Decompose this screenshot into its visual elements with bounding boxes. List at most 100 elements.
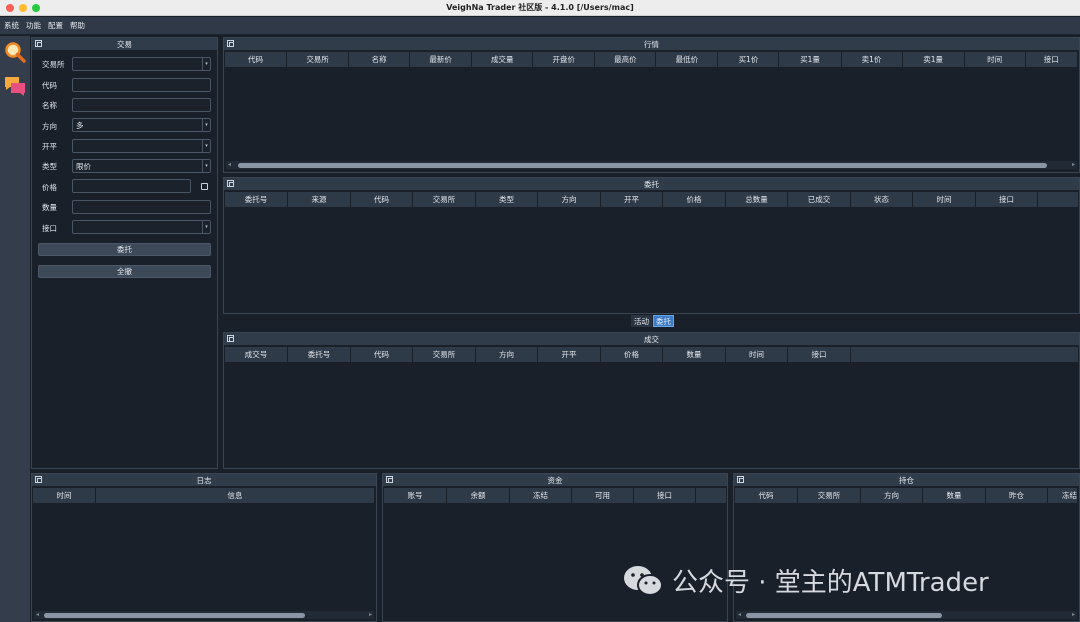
column-header[interactable]: 名称 xyxy=(349,52,411,67)
undock-icon[interactable] xyxy=(227,335,234,342)
price-checkbox[interactable] xyxy=(201,183,208,190)
column-header[interactable]: 成交量 xyxy=(472,52,534,67)
column-header[interactable]: 委托号 xyxy=(225,192,288,207)
column-header[interactable]: 价格 xyxy=(601,347,663,362)
tab-active-orders[interactable]: 活动 xyxy=(631,315,652,327)
column-header[interactable]: 冻结 xyxy=(1048,488,1078,503)
scroll-right-icon[interactable]: ▸ xyxy=(1072,161,1075,168)
undock-icon[interactable] xyxy=(35,476,42,483)
volume-input[interactable] xyxy=(72,200,211,214)
column-header[interactable]: 时间 xyxy=(913,192,976,207)
column-header[interactable]: 来源 xyxy=(288,192,351,207)
column-header[interactable]: 成交号 xyxy=(225,347,288,362)
watermark-text: 公众号 · 堂主的ATMTrader xyxy=(672,568,989,598)
column-header[interactable]: 委托号 xyxy=(288,347,351,362)
menu-config[interactable]: 配置 xyxy=(48,20,63,31)
chat-icon[interactable] xyxy=(3,74,27,98)
search-icon[interactable] xyxy=(3,40,27,64)
column-header[interactable]: 类型 xyxy=(476,192,538,207)
column-header[interactable]: 方向 xyxy=(861,488,923,503)
column-header[interactable]: 余额 xyxy=(447,488,510,503)
undock-icon[interactable] xyxy=(35,40,42,47)
column-header[interactable]: 开平 xyxy=(601,192,663,207)
column-header[interactable]: 接口 xyxy=(976,192,1038,207)
column-header[interactable]: 数量 xyxy=(923,488,986,503)
scrollbar-thumb[interactable] xyxy=(746,613,942,618)
log-panel-header: 日志 xyxy=(32,474,376,486)
minimize-window-button[interactable] xyxy=(19,4,27,12)
column-header[interactable]: 代码 xyxy=(735,488,798,503)
undock-icon[interactable] xyxy=(386,476,393,483)
tab-all-orders[interactable]: 委托 xyxy=(653,315,674,327)
column-header[interactable]: 代码 xyxy=(351,192,413,207)
column-header[interactable]: 代码 xyxy=(225,52,288,67)
column-header[interactable]: 代码 xyxy=(351,347,413,362)
column-header[interactable]: 买1价 xyxy=(718,52,780,67)
column-header[interactable]: 卖1量 xyxy=(903,52,965,67)
column-header[interactable]: 交易所 xyxy=(413,192,476,207)
column-header[interactable]: 昨仓 xyxy=(986,488,1048,503)
maximize-window-button[interactable] xyxy=(32,4,40,12)
column-header[interactable]: 最高价 xyxy=(595,52,657,67)
horizontal-scrollbar[interactable]: ◂ ▸ xyxy=(226,161,1077,169)
column-header[interactable]: 开盘价 xyxy=(533,52,596,67)
name-input[interactable] xyxy=(72,98,211,112)
scroll-right-icon[interactable]: ▸ xyxy=(369,611,372,618)
column-header[interactable]: 时间 xyxy=(965,52,1026,67)
price-input[interactable] xyxy=(72,179,191,193)
scrollbar-thumb[interactable] xyxy=(238,163,1047,168)
column-header[interactable]: 开平 xyxy=(538,347,601,362)
offset-select[interactable]: ▾ xyxy=(72,139,211,153)
menu-system[interactable]: 系统 xyxy=(4,20,19,31)
undock-icon[interactable] xyxy=(227,40,234,47)
column-header[interactable]: 交易所 xyxy=(413,347,476,362)
scrollbar-thumb[interactable] xyxy=(44,613,305,618)
cancel-all-button[interactable]: 全撤 xyxy=(38,265,211,278)
menu-help[interactable]: 帮助 xyxy=(70,20,85,31)
exchange-select[interactable]: ▾ xyxy=(72,57,211,71)
horizontal-scrollbar[interactable]: ◂ ▸ xyxy=(34,611,374,619)
column-header[interactable]: 接口 xyxy=(1026,52,1078,67)
column-header[interactable]: 最低价 xyxy=(656,52,719,67)
column-header[interactable]: 最新价 xyxy=(410,52,473,67)
direction-select[interactable]: 多 ▾ xyxy=(72,118,211,132)
column-header[interactable]: 接口 xyxy=(634,488,696,503)
column-header[interactable]: 已成交 xyxy=(788,192,851,207)
scroll-right-icon[interactable]: ▸ xyxy=(1072,611,1075,618)
column-header[interactable]: 方向 xyxy=(538,192,601,207)
menu-function[interactable]: 功能 xyxy=(26,20,41,31)
column-header[interactable]: 接口 xyxy=(788,347,851,362)
undock-icon[interactable] xyxy=(227,180,234,187)
column-header[interactable]: 总数量 xyxy=(726,192,788,207)
column-header[interactable]: 冻结 xyxy=(510,488,572,503)
close-window-button[interactable] xyxy=(6,4,14,12)
column-header[interactable]: 交易所 xyxy=(287,52,350,67)
column-header[interactable]: 账号 xyxy=(384,488,447,503)
column-header[interactable]: 时间 xyxy=(33,488,96,503)
gateway-select[interactable]: ▾ xyxy=(72,220,211,234)
column-header[interactable]: 状态 xyxy=(851,192,913,207)
symbol-input[interactable] xyxy=(72,78,211,92)
column-header[interactable]: 交易所 xyxy=(798,488,861,503)
watermark: 公众号 · 堂主的ATMTrader xyxy=(622,562,989,599)
undock-icon[interactable] xyxy=(737,476,744,483)
horizontal-scrollbar[interactable]: ◂ ▸ xyxy=(736,611,1077,619)
scroll-left-icon[interactable]: ◂ xyxy=(36,611,39,618)
column-header[interactable]: 方向 xyxy=(476,347,538,362)
column-header[interactable]: 时间 xyxy=(726,347,788,362)
column-header[interactable]: 可用 xyxy=(572,488,634,503)
name-label: 名称 xyxy=(42,101,57,110)
trade-list-table-header: 成交号 委托号 代码 交易所 方向 开平 价格 数量 时间 接口 xyxy=(225,347,1078,362)
column-header[interactable]: 信息 xyxy=(96,488,375,503)
column-header[interactable]: 价格 xyxy=(663,192,726,207)
scroll-left-icon[interactable]: ◂ xyxy=(228,161,231,168)
price-label: 价格 xyxy=(42,183,57,192)
column-header[interactable]: 买1量 xyxy=(779,52,842,67)
send-order-button[interactable]: 委托 xyxy=(38,243,211,256)
column-header[interactable]: 数量 xyxy=(663,347,726,362)
type-select[interactable]: 限价 ▾ xyxy=(72,159,211,173)
offset-label: 开平 xyxy=(42,142,57,151)
volume-row: 数量 xyxy=(42,201,74,214)
scroll-left-icon[interactable]: ◂ xyxy=(738,611,741,618)
column-header[interactable]: 卖1价 xyxy=(842,52,903,67)
